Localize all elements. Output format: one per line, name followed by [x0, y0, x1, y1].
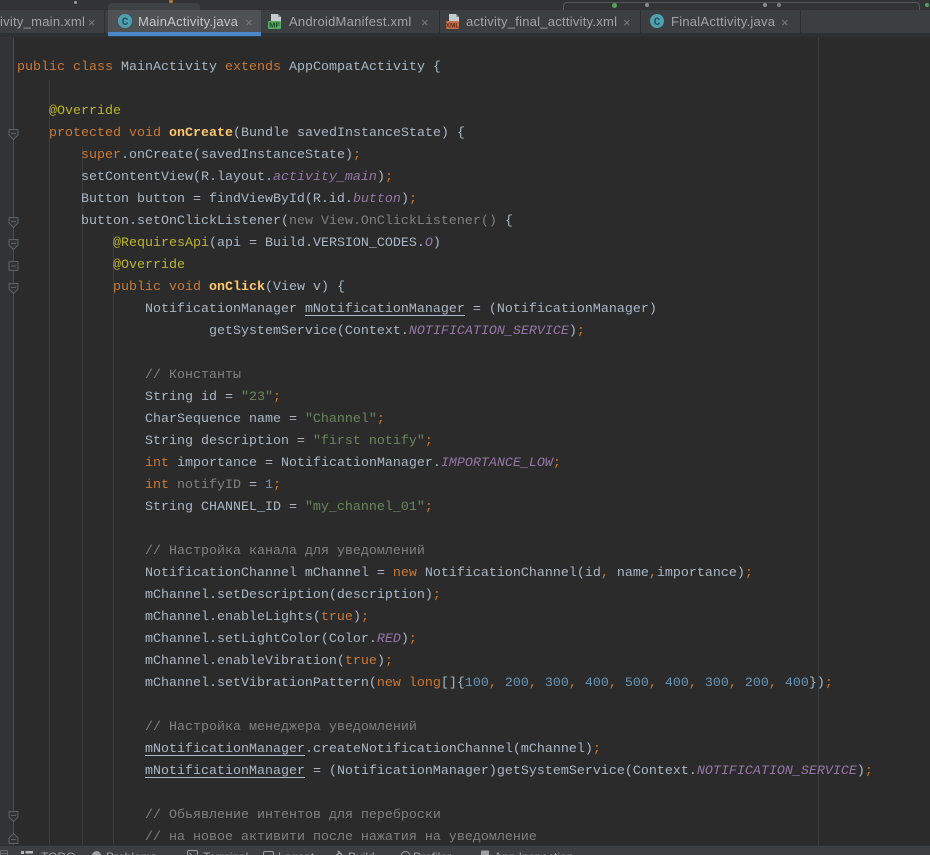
svg-text:C: C: [122, 17, 129, 29]
svg-text:XML: XML: [446, 23, 460, 30]
svg-text:C: C: [654, 17, 661, 29]
svg-text:MF: MF: [269, 21, 280, 30]
